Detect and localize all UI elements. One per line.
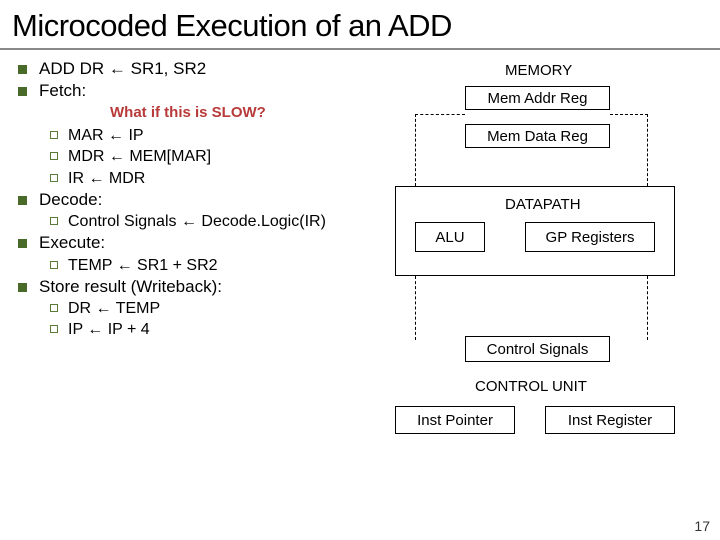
fetch-item-text: MAR ← IP xyxy=(68,125,144,146)
control-unit-label: CONTROL UNIT xyxy=(475,378,587,395)
fetch-item-text: IR ← MDR xyxy=(68,168,145,189)
store-item: DR ← TEMP xyxy=(50,298,375,319)
bullet-square-icon xyxy=(18,65,27,74)
connector-icon xyxy=(415,276,416,340)
add-instr-line: ADD DR ← SR1, SR2 xyxy=(18,58,375,80)
store-item: IP ← IP + 4 xyxy=(50,319,375,340)
connector-icon xyxy=(610,114,648,115)
subbullet-square-icon xyxy=(50,325,58,333)
page-number: 17 xyxy=(694,518,710,534)
subbullet-square-icon xyxy=(50,217,58,225)
execute-heading: Execute: xyxy=(18,232,375,254)
connector-icon xyxy=(415,114,416,186)
datapath-label: DATAPATH xyxy=(505,196,581,213)
store-item-text: IP ← IP + 4 xyxy=(68,319,150,340)
fetch-item: MDR ← MEM[MAR] xyxy=(50,146,375,167)
fetch-item: IR ← MDR xyxy=(50,168,375,189)
store-item-text: DR ← TEMP xyxy=(68,298,160,319)
subbullet-square-icon xyxy=(50,152,58,160)
memory-label: MEMORY xyxy=(505,62,572,79)
execute-item-text: TEMP ← SR1 + SR2 xyxy=(68,255,218,276)
subbullet-square-icon xyxy=(50,131,58,139)
decode-heading: Decode: xyxy=(18,189,375,211)
subbullet-square-icon xyxy=(50,304,58,312)
control-signals-box: Control Signals xyxy=(465,336,610,362)
add-instr-text: ADD DR ← SR1, SR2 xyxy=(39,58,206,80)
connector-icon xyxy=(647,114,648,186)
bullet-square-icon xyxy=(18,283,27,292)
alu-box: ALU xyxy=(415,222,485,252)
connector-icon xyxy=(647,276,648,340)
fetch-item-text: MDR ← MEM[MAR] xyxy=(68,146,211,167)
fetch-item: MAR ← IP xyxy=(50,125,375,146)
mem-data-reg-box: Mem Data Reg xyxy=(465,124,610,148)
bullet-square-icon xyxy=(18,239,27,248)
mem-addr-reg-box: Mem Addr Reg xyxy=(465,86,610,110)
bullet-square-icon xyxy=(18,196,27,205)
bullet-square-icon xyxy=(18,87,27,96)
inst-register-box: Inst Register xyxy=(545,406,675,434)
connector-icon xyxy=(415,114,465,115)
decode-item-text: Control Signals ← Decode.Logic(IR) xyxy=(68,211,326,232)
slow-annotation: What if this is SLOW? xyxy=(110,104,266,121)
subbullet-square-icon xyxy=(50,261,58,269)
fetch-heading: Fetch: xyxy=(18,80,375,102)
content-area: ADD DR ← SR1, SR2 Fetch: What if this is… xyxy=(0,50,720,518)
execute-item: TEMP ← SR1 + SR2 xyxy=(50,255,375,276)
pseudocode-column: ADD DR ← SR1, SR2 Fetch: What if this is… xyxy=(10,58,375,518)
execute-label: Execute: xyxy=(39,232,105,254)
gp-registers-box: GP Registers xyxy=(525,222,655,252)
store-label: Store result (Writeback): xyxy=(39,276,222,298)
decode-item: Control Signals ← Decode.Logic(IR) xyxy=(50,211,375,232)
slide-title: Microcoded Execution of an ADD xyxy=(0,0,720,50)
fetch-label: Fetch: xyxy=(39,80,86,102)
decode-label: Decode: xyxy=(39,189,102,211)
block-diagram: MEMORY Mem Addr Reg Mem Data Reg DATAPAT… xyxy=(375,58,705,518)
inst-pointer-box: Inst Pointer xyxy=(395,406,515,434)
store-heading: Store result (Writeback): xyxy=(18,276,375,298)
subbullet-square-icon xyxy=(50,174,58,182)
